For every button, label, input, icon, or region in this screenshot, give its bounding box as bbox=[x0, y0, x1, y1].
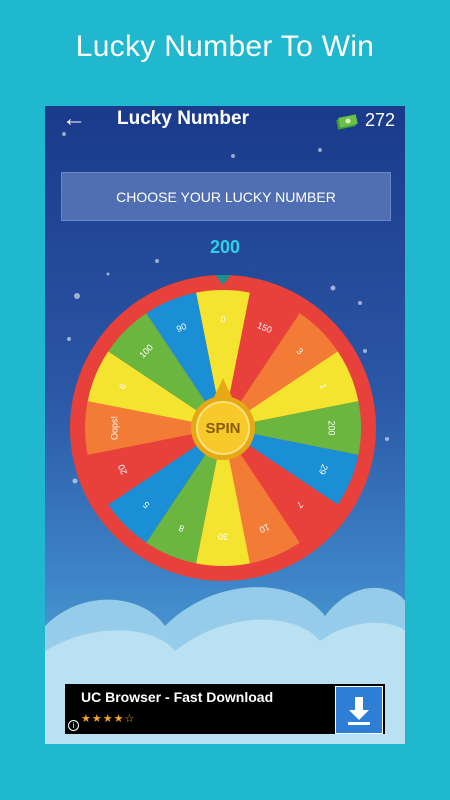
spin-button-label[interactable]: SPIN bbox=[205, 420, 240, 437]
coin-balance: 272 bbox=[335, 110, 395, 131]
back-arrow-icon[interactable]: ← bbox=[62, 106, 86, 133]
phone-screen: ← Lucky Number 272 CHOOSE YOUR LUCKY NUM… bbox=[45, 106, 405, 744]
choose-lucky-number-button[interactable]: CHOOSE YOUR LUCKY NUMBER bbox=[61, 172, 391, 221]
lucky-number-value: 200 bbox=[209, 237, 241, 257]
ad-title[interactable]: UC Browser - Fast Download bbox=[81, 689, 273, 705]
wheel-segment-label: Oops! bbox=[109, 416, 119, 440]
app-title: Lucky Number bbox=[117, 108, 249, 129]
spin-wheel[interactable]: 01503120029710308520Oops!610090SPIN bbox=[45, 266, 405, 586]
wheel-segment-label: 0 bbox=[220, 314, 225, 324]
promo-title: Lucky Number To Win bbox=[75, 30, 375, 63]
wheel-segment-label: 200 bbox=[327, 420, 337, 435]
wheel-segment-label: 30 bbox=[218, 532, 228, 542]
app-bar: ← Lucky Number 272 bbox=[45, 106, 405, 138]
download-icon[interactable] bbox=[335, 686, 383, 734]
ad-banner[interactable]: UC Browser - Fast Download ★★★★☆ i bbox=[65, 684, 385, 734]
money-stack-icon bbox=[336, 113, 358, 130]
coin-count: 272 bbox=[364, 110, 395, 130]
info-icon[interactable]: i bbox=[68, 720, 79, 731]
ad-rating-stars: ★★★★☆ bbox=[81, 713, 136, 725]
